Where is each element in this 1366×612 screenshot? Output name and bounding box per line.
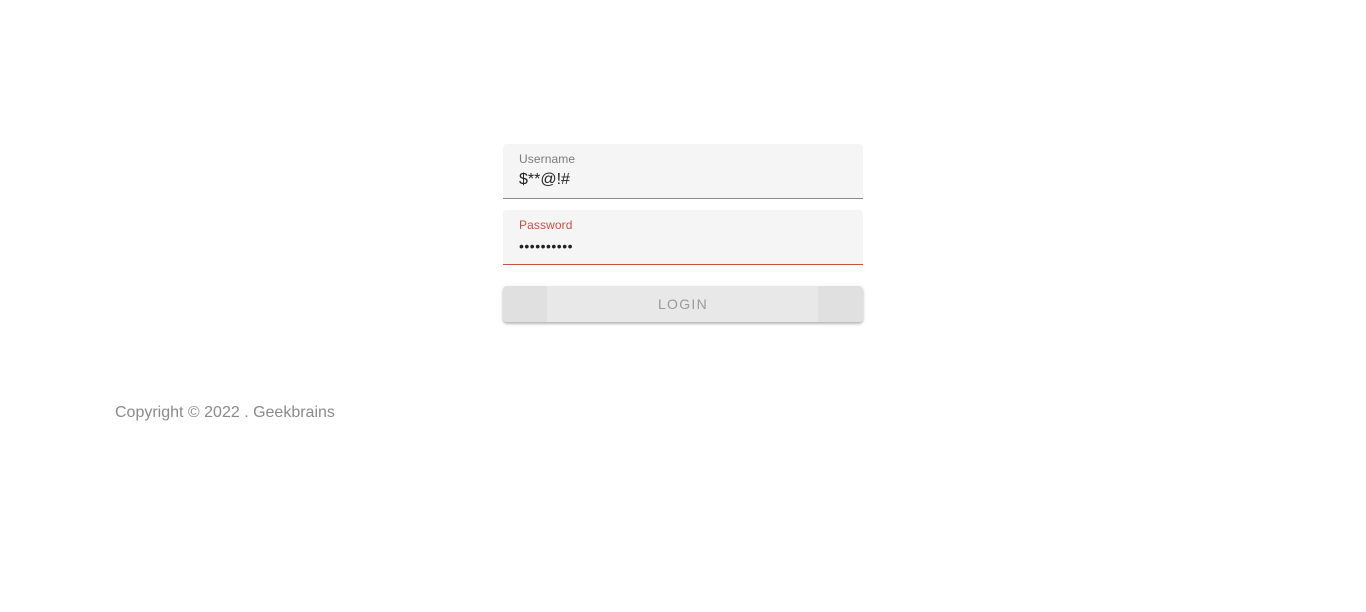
- login-page: Username Password LOGIN Copyright © 2022…: [0, 0, 1366, 612]
- login-form: Username Password LOGIN: [503, 144, 863, 322]
- password-label: Password: [519, 218, 573, 232]
- password-field[interactable]: Password: [503, 210, 863, 265]
- copyright-footer: Copyright © 2022 . Geekbrains: [115, 404, 335, 421]
- login-button[interactable]: LOGIN: [503, 286, 863, 322]
- password-input[interactable]: [519, 235, 847, 257]
- username-input[interactable]: [519, 169, 847, 191]
- username-field[interactable]: Username: [503, 144, 863, 199]
- username-label: Username: [519, 152, 576, 166]
